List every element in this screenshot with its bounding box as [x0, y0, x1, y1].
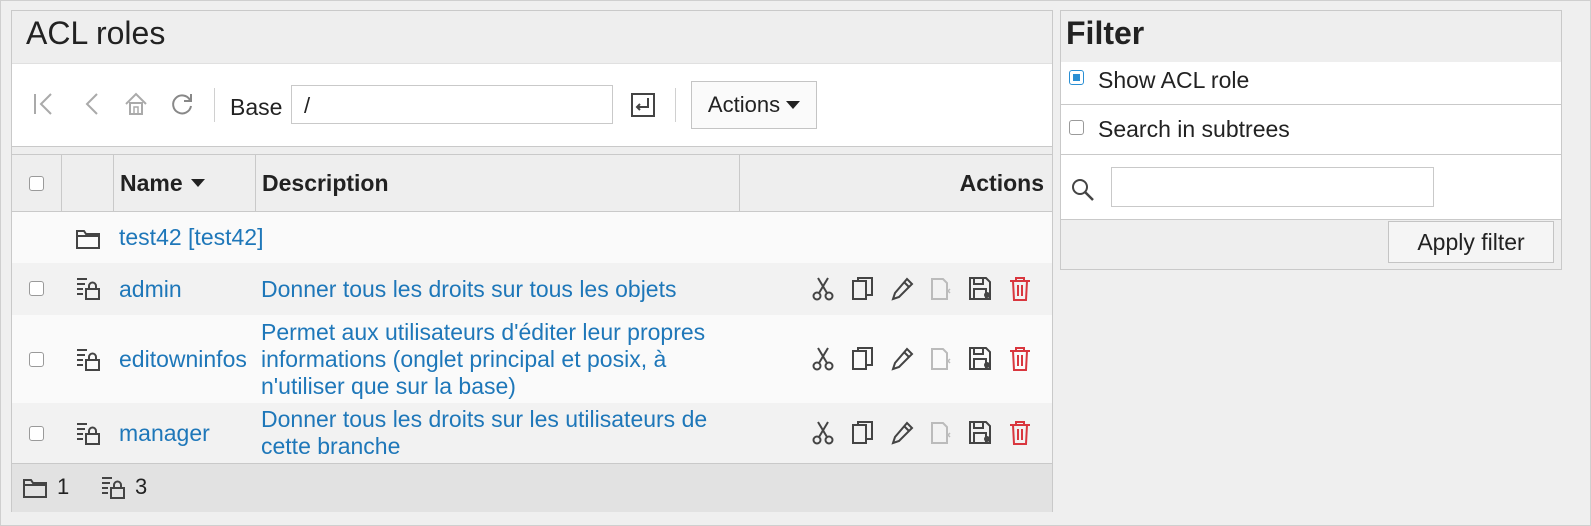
edit-icon[interactable]	[890, 346, 914, 372]
base-input[interactable]: /	[291, 85, 613, 124]
filter-search-subtrees[interactable]: Search in subtrees	[1061, 105, 1561, 155]
show-acl-role-checkbox[interactable]	[1069, 70, 1084, 85]
previous-icon[interactable]	[78, 90, 106, 118]
toolbar: Base / Actions	[12, 63, 1052, 147]
filter-show-acl-role[interactable]: Show ACL role	[1061, 62, 1561, 105]
select-all-checkbox[interactable]	[29, 176, 44, 191]
home-icon[interactable]	[122, 90, 150, 118]
row-checkbox[interactable]	[29, 352, 44, 367]
role-description-link[interactable]: Permet aux utilisateurs d'éditer leur pr…	[261, 319, 705, 400]
cut-icon[interactable]	[811, 420, 835, 446]
snapshot-icon[interactable]	[968, 420, 992, 446]
actions-menu-button[interactable]: Actions	[691, 81, 817, 129]
table-footer: 1 3	[12, 463, 1052, 512]
first-page-icon[interactable]	[30, 90, 58, 118]
paste-icon	[929, 346, 953, 372]
cut-icon[interactable]	[811, 346, 835, 372]
row-checkbox[interactable]	[29, 426, 44, 441]
role-name-link[interactable]: admin	[119, 276, 182, 303]
role-name-link[interactable]: manager	[119, 420, 210, 447]
acl-role-icon	[100, 474, 126, 505]
acl-role-icon	[75, 346, 101, 372]
roles-table: Name Description Actions test42 [test42]	[12, 154, 1052, 463]
description-line: Permet aux utilisateurs d'éditer leur pr…	[261, 319, 706, 345]
window: ACL roles Base / Actions Name Descriptio…	[0, 0, 1591, 526]
description-line: n'utiliser que sur la base)	[261, 373, 516, 399]
delete-icon[interactable]	[1008, 420, 1032, 446]
edit-icon[interactable]	[890, 276, 914, 302]
column-divider	[739, 155, 740, 211]
apply-filter-button[interactable]: Apply filter	[1388, 221, 1554, 263]
delete-icon[interactable]	[1008, 276, 1032, 302]
column-divider	[255, 155, 256, 211]
search-input[interactable]	[1111, 167, 1434, 207]
description-line: cette branche	[261, 433, 401, 459]
search-subtrees-label: Search in subtrees	[1098, 116, 1290, 142]
search-icon	[1070, 177, 1096, 208]
filter-search-row	[1061, 155, 1561, 220]
role-name-link[interactable]: editowninfos	[119, 346, 247, 373]
edit-icon[interactable]	[890, 420, 914, 446]
actions-label: Actions	[707, 92, 781, 117]
copy-icon[interactable]	[851, 276, 875, 302]
department-row[interactable]: test42 [test42]	[12, 212, 1052, 263]
description-line: informations (onglet principal et posix,…	[261, 346, 667, 372]
column-description[interactable]: Description	[262, 155, 389, 211]
acl-role-icon	[75, 420, 101, 446]
role-description-link[interactable]: Donner tous les droits sur les utilisate…	[261, 406, 707, 460]
column-name-label: Name	[120, 169, 183, 196]
paste-icon	[929, 420, 953, 446]
acl-role-icon	[75, 275, 101, 301]
role-count: 3	[135, 474, 148, 499]
column-actions: Actions	[959, 169, 1044, 196]
column-name[interactable]: Name	[120, 155, 205, 211]
copy-icon[interactable]	[851, 420, 875, 446]
sort-down-icon	[190, 179, 205, 187]
search-subtrees-checkbox[interactable]	[1069, 120, 1084, 135]
folder-icon	[75, 226, 101, 252]
role-description-link[interactable]: Donner tous les droits sur tous les obje…	[261, 276, 676, 303]
filter-title: Filter	[1066, 15, 1145, 51]
folder-icon	[22, 475, 48, 504]
caret-down-icon	[786, 101, 801, 109]
description-line: Donner tous les droits sur les utilisate…	[261, 406, 708, 432]
base-label: Base	[230, 94, 283, 120]
checkbox-fill	[1073, 74, 1080, 81]
toolbar-separator	[214, 88, 215, 122]
table-header: Name Description Actions	[12, 155, 1052, 212]
show-acl-role-label: Show ACL role	[1098, 67, 1250, 93]
snapshot-icon[interactable]	[968, 346, 992, 372]
row-checkbox[interactable]	[29, 281, 44, 296]
column-divider	[61, 155, 62, 211]
delete-icon[interactable]	[1008, 346, 1032, 372]
filter-panel: Filter Show ACL role Search in subtrees …	[1060, 10, 1562, 270]
panel-title: ACL roles	[26, 15, 166, 51]
reload-icon[interactable]	[168, 90, 196, 118]
paste-icon	[929, 276, 953, 302]
enter-icon[interactable]	[630, 92, 656, 118]
cut-icon[interactable]	[811, 276, 835, 302]
copy-icon[interactable]	[851, 346, 875, 372]
snapshot-icon[interactable]	[968, 276, 992, 302]
toolbar-separator	[675, 88, 676, 122]
folder-count: 1	[57, 474, 70, 499]
department-link[interactable]: test42 [test42]	[119, 224, 263, 251]
